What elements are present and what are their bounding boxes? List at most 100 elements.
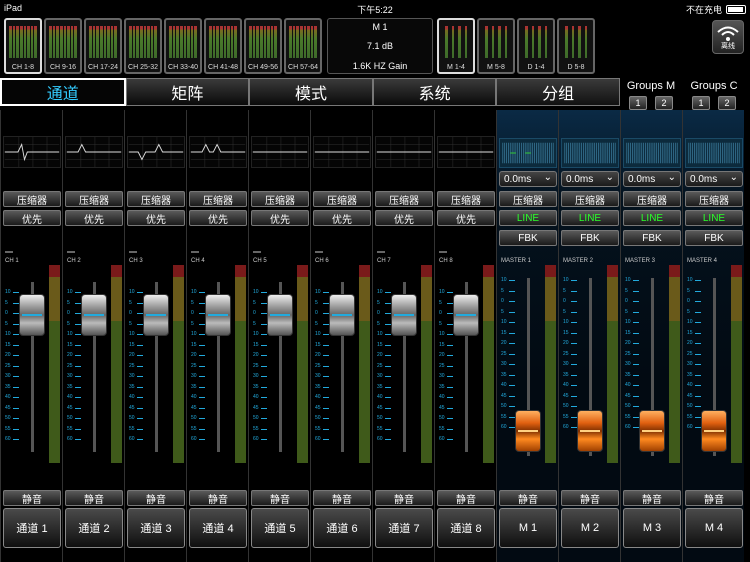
mute-button[interactable]: 静音 xyxy=(65,490,123,506)
compressor-button[interactable]: 压缩器 xyxy=(685,191,743,207)
overview-d-5-8[interactable]: D 5-8 xyxy=(557,18,595,74)
eq-curve[interactable] xyxy=(313,136,371,168)
tab-channels[interactable]: 通道 xyxy=(0,78,126,106)
channel-name-button[interactable]: 通道 2 xyxy=(65,508,123,548)
line-button[interactable]: LINE xyxy=(561,210,619,226)
mute-button[interactable]: 静音 xyxy=(499,490,557,506)
groups-m-2-button[interactable]: 2 xyxy=(655,96,673,110)
channel-name-button[interactable]: 通道 4 xyxy=(189,508,247,548)
overview-d-1-4[interactable]: D 1-4 xyxy=(517,18,555,74)
fbk-button[interactable]: FBK xyxy=(499,230,557,246)
delay-select[interactable]: 0.0ms xyxy=(561,171,619,187)
fader-knob[interactable] xyxy=(205,294,231,336)
overview-ch-9-16[interactable]: CH 9-16 xyxy=(44,18,82,74)
overview-m-5-8[interactable]: M 5-8 xyxy=(477,18,515,74)
mute-button[interactable]: 静音 xyxy=(127,490,185,506)
overview-ch-57-64[interactable]: CH 57-64 xyxy=(284,18,322,74)
tab-matrix[interactable]: 矩阵 xyxy=(125,78,250,106)
eq-curve[interactable] xyxy=(189,136,247,168)
master-spectrum[interactable] xyxy=(561,138,619,168)
tab-system[interactable]: 系统 xyxy=(372,78,497,106)
channel-name-button[interactable]: 通道 3 xyxy=(127,508,185,548)
line-button[interactable]: LINE xyxy=(499,210,557,226)
mute-button[interactable]: 静音 xyxy=(685,490,743,506)
mute-button[interactable]: 静音 xyxy=(189,490,247,506)
compressor-button[interactable]: 压缩器 xyxy=(313,191,371,207)
eq-curve[interactable] xyxy=(65,136,123,168)
delay-select[interactable]: 0.0ms xyxy=(623,171,681,187)
compressor-button[interactable]: 压缩器 xyxy=(437,191,495,207)
delay-select[interactable]: 0.0ms xyxy=(499,171,557,187)
compressor-button[interactable]: 压缩器 xyxy=(499,191,557,207)
master-fader-knob[interactable] xyxy=(701,410,727,452)
channel-name-button[interactable]: 通道 6 xyxy=(313,508,371,548)
eq-curve[interactable] xyxy=(127,136,185,168)
priority-button[interactable]: 优先 xyxy=(251,210,309,226)
groups-m-1-button[interactable]: 1 xyxy=(629,96,647,110)
compressor-button[interactable]: 压缩器 xyxy=(561,191,619,207)
fader-knob[interactable] xyxy=(143,294,169,336)
master-fader-knob[interactable] xyxy=(639,410,665,452)
compressor-button[interactable]: 压缩器 xyxy=(3,191,61,207)
compressor-button[interactable]: 压缩器 xyxy=(251,191,309,207)
groups-c-1-button[interactable]: 1 xyxy=(692,96,710,110)
overview-ch-33-40[interactable]: CH 33-40 xyxy=(164,18,202,74)
overview-ch-17-24[interactable]: CH 17-24 xyxy=(84,18,122,74)
mute-button[interactable]: 静音 xyxy=(623,490,681,506)
offline-button[interactable]: 离线 xyxy=(712,20,744,54)
priority-button[interactable]: 优先 xyxy=(437,210,495,226)
fbk-button[interactable]: FBK xyxy=(623,230,681,246)
eq-curve[interactable] xyxy=(437,136,495,168)
master-fader-knob[interactable] xyxy=(515,410,541,452)
groups-c-2-button[interactable]: 2 xyxy=(718,96,736,110)
mute-button[interactable]: 静音 xyxy=(561,490,619,506)
priority-button[interactable]: 优先 xyxy=(3,210,61,226)
mute-button[interactable]: 静音 xyxy=(437,490,495,506)
master-spectrum[interactable] xyxy=(685,138,743,168)
eq-curve[interactable] xyxy=(251,136,309,168)
overview-ch-49-56[interactable]: CH 49-56 xyxy=(244,18,282,74)
fbk-button[interactable]: FBK xyxy=(685,230,743,246)
compressor-button[interactable]: 压缩器 xyxy=(623,191,681,207)
delay-select[interactable]: 0.0ms xyxy=(685,171,743,187)
priority-button[interactable]: 优先 xyxy=(313,210,371,226)
fader-knob[interactable] xyxy=(19,294,45,336)
eq-curve[interactable] xyxy=(375,136,433,168)
channel-name-button[interactable]: 通道 8 xyxy=(437,508,495,548)
priority-button[interactable]: 优先 xyxy=(65,210,123,226)
tab-groups[interactable]: 分组 xyxy=(496,78,620,106)
master-name-button[interactable]: M 3 xyxy=(623,508,681,548)
line-button[interactable]: LINE xyxy=(623,210,681,226)
fader-knob[interactable] xyxy=(81,294,107,336)
mute-button[interactable]: 静音 xyxy=(3,490,61,506)
fbk-button[interactable]: FBK xyxy=(561,230,619,246)
tab-mode[interactable]: 模式 xyxy=(249,78,373,106)
master-name-button[interactable]: M 1 xyxy=(499,508,557,548)
compressor-button[interactable]: 压缩器 xyxy=(375,191,433,207)
master-spectrum[interactable] xyxy=(623,138,681,168)
master-name-button[interactable]: M 4 xyxy=(685,508,743,548)
channel-name-button[interactable]: 通道 5 xyxy=(251,508,309,548)
eq-curve[interactable] xyxy=(3,136,61,168)
overview-ch-1-8[interactable]: CH 1-8 xyxy=(4,18,42,74)
fader-knob[interactable] xyxy=(267,294,293,336)
master-fader-knob[interactable] xyxy=(577,410,603,452)
master-name-button[interactable]: M 2 xyxy=(561,508,619,548)
fader-knob[interactable] xyxy=(391,294,417,336)
mute-button[interactable]: 静音 xyxy=(251,490,309,506)
compressor-button[interactable]: 压缩器 xyxy=(127,191,185,207)
priority-button[interactable]: 优先 xyxy=(189,210,247,226)
master-spectrum[interactable] xyxy=(499,138,557,168)
overview-m-1-4[interactable]: M 1-4 xyxy=(437,18,475,74)
mute-button[interactable]: 静音 xyxy=(375,490,433,506)
fader-knob[interactable] xyxy=(329,294,355,336)
line-button[interactable]: LINE xyxy=(685,210,743,226)
compressor-button[interactable]: 压缩器 xyxy=(189,191,247,207)
priority-button[interactable]: 优先 xyxy=(375,210,433,226)
channel-name-button[interactable]: 通道 7 xyxy=(375,508,433,548)
compressor-button[interactable]: 压缩器 xyxy=(65,191,123,207)
priority-button[interactable]: 优先 xyxy=(127,210,185,226)
fader-knob[interactable] xyxy=(453,294,479,336)
overview-ch-25-32[interactable]: CH 25-32 xyxy=(124,18,162,74)
overview-ch-41-48[interactable]: CH 41-48 xyxy=(204,18,242,74)
